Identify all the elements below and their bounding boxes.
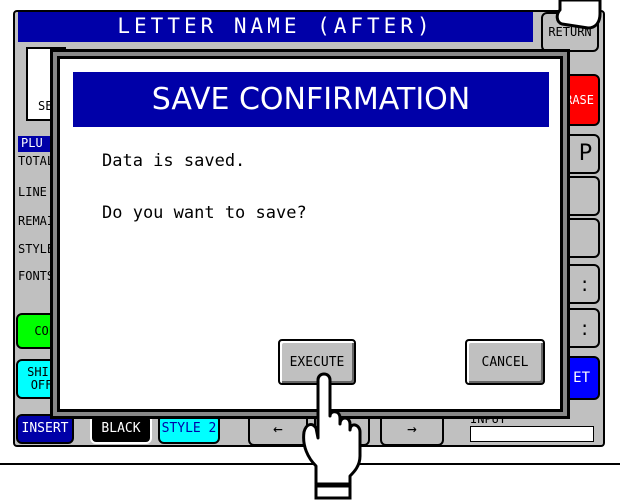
key-p-label: P [578,141,592,167]
key-p[interactable]: P [560,134,600,174]
dialog-message-question: Do you want to save? [102,203,307,223]
key-colon-2[interactable]: : [560,308,600,348]
key-blank-1[interactable] [560,176,600,216]
label-remain: REMAI [18,214,55,228]
dialog-title: SAVE CONFIRMATION [73,72,549,127]
input-field[interactable] [470,426,594,442]
cancel-label: CANCEL [481,354,529,370]
copy-button[interactable]: COP [16,313,60,349]
pointing-hand-icon [302,372,362,500]
insert-button[interactable]: INSERT [16,414,74,444]
key-colon-2-label: : [581,315,588,340]
dialog-message-saved: Data is saved. [102,151,246,171]
label-fonts: FONTS [18,269,55,283]
label-total: TOTAL [18,154,55,168]
key-blank-2[interactable] [560,218,600,258]
label-line: LINE [18,185,47,199]
label-style: STYLE [18,242,55,256]
style-label: STYLE 2 [161,421,217,437]
key-colon-1-label: : [581,271,588,296]
black-button[interactable]: BLACK [90,414,152,444]
key-colon-1[interactable]: : [560,264,600,304]
shift-button[interactable]: SHIF OFF [16,359,60,399]
input-label: INPUT [470,412,507,426]
set-label: ET [573,369,590,386]
se-label: SE [38,99,53,113]
copy-label: COP [34,323,56,338]
left-arrow-icon: ← [273,418,283,438]
shift-label: SHIF OFF [27,365,56,392]
screen-title: LETTER NAME (AFTER) [18,12,533,42]
right-arrow-button[interactable]: → [380,412,444,446]
black-label: BLACK [101,421,141,437]
plu-tab[interactable]: PLU [18,136,56,152]
right-arrow-icon: → [407,418,417,438]
pointing-hand-icon-top [555,0,602,30]
style-button[interactable]: STYLE 2 [158,414,220,444]
insert-label: INSERT [21,421,69,437]
save-confirmation-dialog: SAVE CONFIRMATION Data is saved. Do you … [57,56,563,412]
erase-label: RASE [565,92,594,107]
cancel-button[interactable]: CANCEL [465,339,545,385]
